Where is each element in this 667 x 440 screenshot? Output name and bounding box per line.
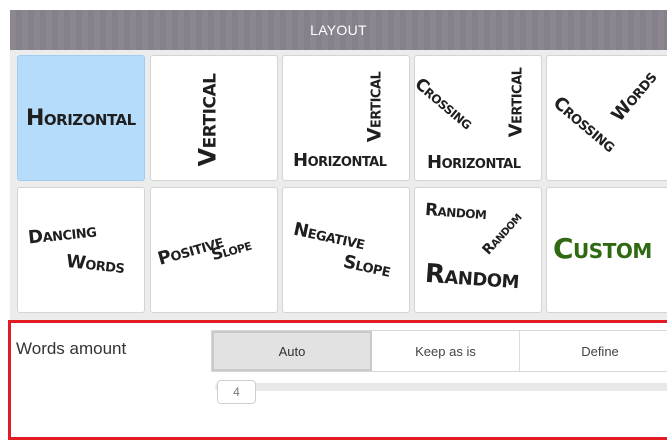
option-auto-button[interactable]: Auto <box>212 331 372 371</box>
words-amount-segmented-control: Auto Keep as is Define <box>211 330 667 372</box>
words-amount-label: Words amount <box>16 339 127 358</box>
word-horizontal: Horizontal <box>26 106 136 131</box>
word-vertical: Vertical <box>505 67 527 138</box>
word-vertical: Vertical <box>193 73 222 167</box>
word-crossing: Crossing <box>414 74 477 134</box>
option-define-button[interactable]: Define <box>520 331 667 371</box>
word-random: Random <box>424 258 521 296</box>
layout-title: LAYOUT <box>310 22 367 38</box>
layout-option-horizontal[interactable]: Horizontal <box>17 55 145 181</box>
words-amount-slider-track[interactable] <box>215 383 667 391</box>
word-slope: Slope <box>341 251 393 282</box>
layout-option-negative-slope[interactable]: Negative Slope <box>282 187 410 313</box>
word-random: Random <box>424 199 488 225</box>
word-negative: Negative <box>291 218 367 255</box>
option-keep-as-is-button[interactable]: Keep as is <box>372 331 520 371</box>
layout-option-positive-slope[interactable]: Positive Slope <box>150 187 278 313</box>
word-random: Random <box>479 209 526 259</box>
layout-option-dancing-words[interactable]: Dancing Words <box>17 187 145 313</box>
layout-grid: Horizontal Vertical Vertical Horizontal … <box>10 50 667 320</box>
layout-header: LAYOUT <box>10 10 667 50</box>
word-dancing: Dancing <box>27 220 98 249</box>
layout-option-custom[interactable]: Custom <box>546 187 667 313</box>
layout-option-random[interactable]: Random Random Random <box>414 187 542 313</box>
word-custom: Custom <box>553 232 652 265</box>
word-words: Words <box>607 67 662 126</box>
word-horizontal: Horizontal <box>427 152 521 173</box>
layout-option-vertical[interactable]: Vertical <box>150 55 278 181</box>
word-crossing: Crossing <box>549 92 620 157</box>
words-amount-slider-handle[interactable]: 4 <box>217 380 256 404</box>
word-horizontal: Horizontal <box>293 150 387 171</box>
word-words: Words <box>65 250 126 279</box>
layout-option-vertical-horizontal[interactable]: Vertical Horizontal <box>282 55 410 181</box>
layout-option-crossing[interactable]: Crossing Vertical Horizontal <box>414 55 542 181</box>
word-vertical: Vertical <box>363 71 386 143</box>
layout-option-crossing-words[interactable]: Crossing Words <box>546 55 667 181</box>
